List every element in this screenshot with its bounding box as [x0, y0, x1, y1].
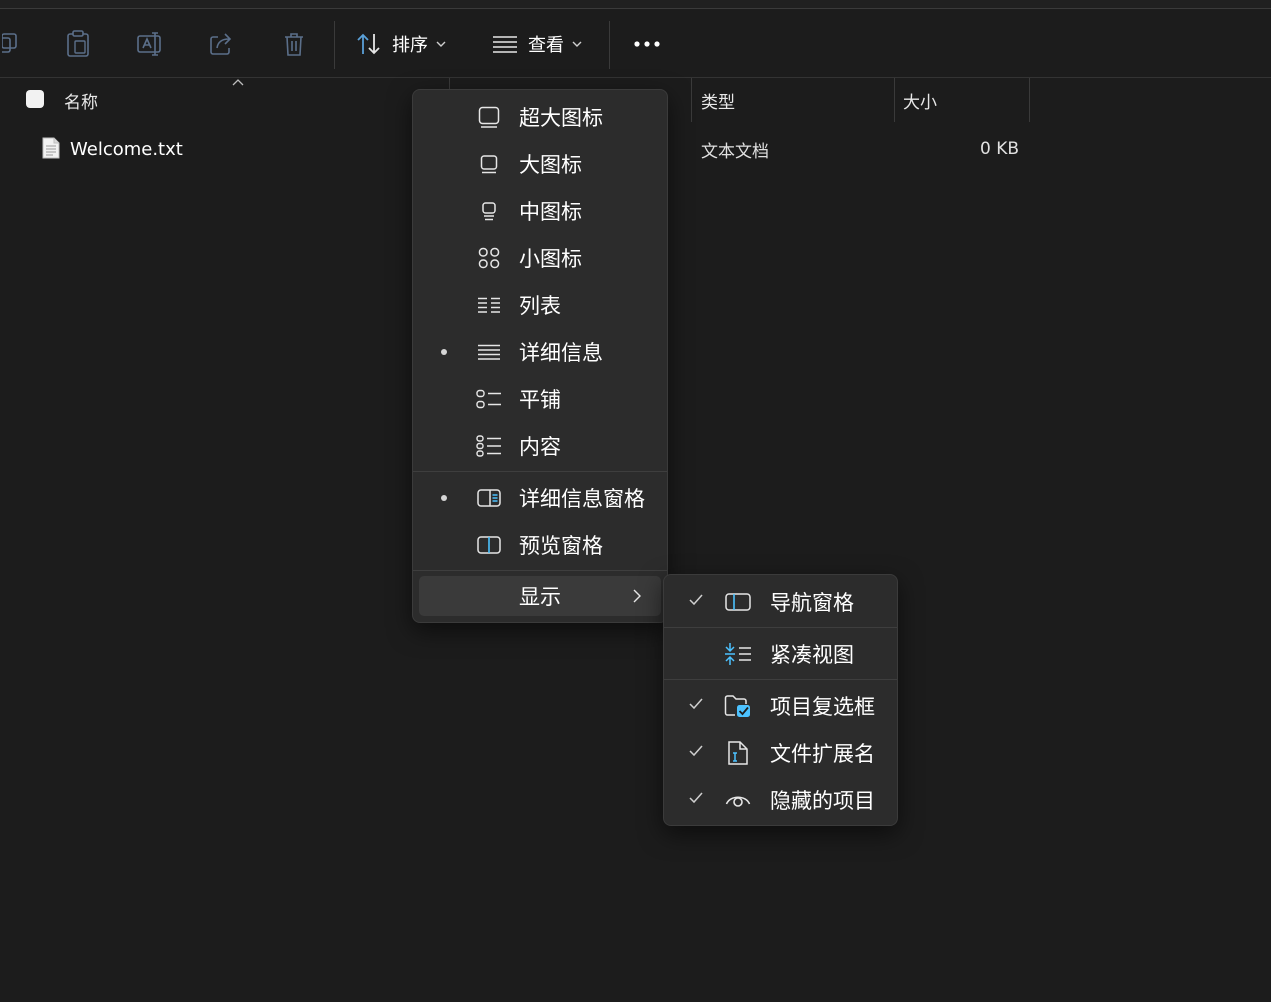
details-pane-icon	[475, 485, 503, 511]
submenu-item-label: 紧凑视图	[770, 643, 854, 667]
menu-item-details[interactable]: 详细信息	[413, 329, 667, 375]
sort-button[interactable]: 排序	[356, 21, 456, 67]
window-top-edge	[0, 0, 1271, 9]
view-menu: 超大图标 大图标 中图标 小图标 列表 详细信息 平铺 内容 详细信息窗格 预览…	[412, 89, 668, 623]
submenu-item-compact-view[interactable]: 紧凑视图	[664, 631, 897, 677]
chevron-right-icon	[633, 589, 641, 603]
preview-pane-icon	[475, 532, 503, 558]
column-name-label: 名称	[64, 92, 98, 113]
view-icon	[493, 36, 517, 53]
column-divider[interactable]	[894, 78, 895, 122]
checkmark-icon	[689, 594, 703, 606]
rename-icon	[137, 32, 161, 56]
menu-item-medium-icons[interactable]: 中图标	[413, 188, 667, 234]
rename-button[interactable]	[132, 21, 168, 67]
menu-item-small-icons[interactable]: 小图标	[413, 235, 667, 281]
menu-item-extra-large-icons[interactable]: 超大图标	[413, 94, 667, 140]
submenu-item-navigation-pane[interactable]: 导航窗格	[664, 579, 897, 625]
column-header-size[interactable]: 大小	[903, 78, 937, 122]
menu-item-preview-pane[interactable]: 预览窗格	[413, 522, 667, 568]
paste-icon	[67, 30, 89, 57]
column-divider[interactable]	[691, 78, 692, 122]
file-type: 文本文档	[701, 141, 769, 162]
menu-item-label: 中图标	[519, 200, 582, 224]
menu-item-label: 列表	[519, 294, 561, 318]
submenu-item-item-checkboxes[interactable]: 项目复选框	[664, 683, 897, 729]
menu-item-label: 预览窗格	[519, 534, 603, 558]
eye-icon	[724, 787, 752, 813]
paste-button[interactable]	[60, 21, 96, 67]
menu-item-label: 详细信息	[519, 341, 603, 365]
more-options-button[interactable]	[628, 21, 666, 67]
chevron-down-icon	[436, 41, 446, 47]
list-icon	[475, 292, 503, 318]
submenu-item-label: 项目复选框	[770, 695, 875, 719]
menu-item-label: 大图标	[519, 153, 582, 177]
chevron-down-icon	[572, 41, 582, 47]
submenu-item-label: 隐藏的项目	[770, 789, 875, 813]
large-icons-icon	[475, 151, 503, 177]
menu-item-label: 超大图标	[519, 106, 603, 130]
column-header-type[interactable]: 类型	[701, 78, 735, 122]
column-header-name[interactable]: 名称	[64, 78, 98, 122]
more-icon	[634, 41, 660, 47]
view-label: 查看	[528, 35, 564, 56]
trash-icon	[285, 33, 303, 56]
selected-bullet-icon	[441, 495, 447, 501]
menu-item-tiles[interactable]: 平铺	[413, 376, 667, 422]
sort-ascending-icon	[232, 79, 244, 86]
menu-item-label: 平铺	[519, 388, 561, 412]
navigation-pane-icon	[724, 589, 752, 615]
text-file-icon	[42, 137, 60, 159]
menu-divider	[413, 570, 667, 571]
show-submenu: 导航窗格 紧凑视图 项目复选框 文件扩展名 隐藏的项目	[663, 574, 898, 826]
toolbar-divider	[334, 21, 335, 69]
file-size: 0 KB	[980, 139, 1020, 159]
column-divider[interactable]	[1029, 78, 1030, 122]
menu-item-large-icons[interactable]: 大图标	[413, 141, 667, 187]
copy-button[interactable]	[0, 21, 24, 67]
toolbar-divider	[609, 21, 610, 69]
submenu-item-file-extensions[interactable]: 文件扩展名	[664, 730, 897, 776]
copy-icon	[2, 33, 17, 53]
menu-item-label: 内容	[519, 435, 561, 459]
checkmark-icon	[689, 698, 703, 710]
tiles-icon	[475, 386, 503, 412]
menu-item-list[interactable]: 列表	[413, 282, 667, 328]
command-bar: 排序 查看	[0, 9, 1271, 78]
share-icon	[210, 33, 232, 55]
details-icon	[475, 339, 503, 365]
menu-item-label: 显示	[519, 585, 561, 609]
sort-icon	[357, 33, 380, 55]
compact-view-icon	[724, 641, 752, 667]
item-checkboxes-icon	[724, 693, 752, 719]
selected-bullet-icon	[441, 349, 447, 355]
menu-item-content[interactable]: 内容	[413, 423, 667, 469]
submenu-item-label: 文件扩展名	[770, 742, 875, 766]
file-extensions-icon	[724, 740, 752, 766]
checkmark-icon	[689, 792, 703, 804]
menu-item-label: 小图标	[519, 247, 582, 271]
medium-icons-icon	[475, 198, 503, 224]
menu-item-show[interactable]: 显示	[419, 576, 661, 616]
sort-label: 排序	[392, 35, 428, 56]
small-icons-icon	[475, 245, 503, 271]
menu-divider	[413, 471, 667, 472]
submenu-item-hidden-items[interactable]: 隐藏的项目	[664, 777, 897, 823]
column-size-label: 大小	[903, 92, 937, 113]
menu-divider	[664, 627, 897, 628]
checkmark-icon	[689, 745, 703, 757]
view-button[interactable]: 查看	[492, 21, 592, 67]
share-button[interactable]	[204, 21, 240, 67]
menu-item-details-pane[interactable]: 详细信息窗格	[413, 475, 667, 521]
column-type-label: 类型	[701, 92, 735, 113]
menu-item-label: 详细信息窗格	[519, 487, 645, 511]
delete-button[interactable]	[276, 21, 312, 67]
file-name: Welcome.txt	[70, 138, 183, 160]
select-all-checkbox[interactable]	[26, 90, 44, 108]
content-icon	[475, 433, 503, 459]
submenu-item-label: 导航窗格	[770, 591, 854, 615]
extra-large-icons-icon	[475, 104, 503, 130]
menu-divider	[664, 679, 897, 680]
